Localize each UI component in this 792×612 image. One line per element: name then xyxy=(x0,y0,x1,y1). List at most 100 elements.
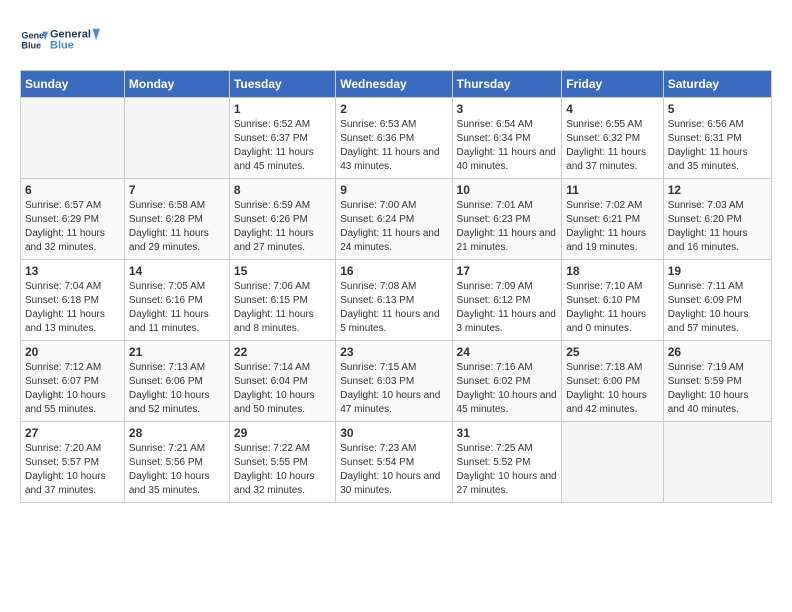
calendar-cell: 2 Sunrise: 6:53 AM Sunset: 6:36 PM Daylig… xyxy=(336,98,452,179)
day-number: 5 xyxy=(668,102,767,116)
calendar-cell: 21 Sunrise: 7:13 AM Sunset: 6:06 PM Dayli… xyxy=(124,341,229,422)
calendar-cell: 13 Sunrise: 7:04 AM Sunset: 6:18 PM Dayli… xyxy=(21,260,125,341)
calendar-week-row: 20Sunrise: 7:12 AM Sunset: 6:07 PM Dayli… xyxy=(21,341,772,422)
calendar-cell: 3 Sunrise: 6:54 AM Sunset: 6:34 PM Daylig… xyxy=(452,98,562,179)
calendar-cell: 6 Sunrise: 6:57 AM Sunset: 6:29 PM Daylig… xyxy=(21,179,125,260)
day-number: 28 xyxy=(129,426,225,440)
calendar-cell: 9Sunrise: 7:00 AM Sunset: 6:24 PM Daylig… xyxy=(336,179,452,260)
calendar-cell: 24Sunrise: 7:16 AM Sunset: 6:02 PM Dayli… xyxy=(452,341,562,422)
day-info: Sunrise: 7:25 AM Sunset: 5:52 PM Dayligh… xyxy=(457,442,558,498)
svg-text:Blue: Blue xyxy=(50,39,74,51)
day-info: Sunrise: 7:05 AM Sunset: 6:16 PM Dayligh… xyxy=(129,280,225,336)
calendar-cell: 14 Sunrise: 7:05 AM Sunset: 6:16 PM Dayli… xyxy=(124,260,229,341)
calendar-week-row: 27Sunrise: 7:20 AM Sunset: 5:57 PM Dayli… xyxy=(21,422,772,503)
day-number: 31 xyxy=(457,426,558,440)
calendar-cell: 25 Sunrise: 7:18 AM Sunset: 6:00 PM Dayli… xyxy=(562,341,664,422)
day-info: Sunrise: 7:12 AM Sunset: 6:07 PM Dayligh… xyxy=(25,361,120,417)
day-info: Sunrise: 6:57 AM Sunset: 6:29 PM Dayligh… xyxy=(25,199,120,255)
day-info: Sunrise: 7:16 AM Sunset: 6:02 PM Dayligh… xyxy=(457,361,558,417)
calendar-cell: 29 Sunrise: 7:22 AM Sunset: 5:55 PM Dayli… xyxy=(229,422,335,503)
day-info: Sunrise: 7:11 AM Sunset: 6:09 PM Dayligh… xyxy=(668,280,767,336)
day-number: 25 xyxy=(566,345,659,359)
calendar-table: SundayMondayTuesdayWednesdayThursdayFrid… xyxy=(20,70,772,503)
day-number: 22 xyxy=(234,345,331,359)
day-number: 23 xyxy=(340,345,447,359)
day-number: 11 xyxy=(566,183,659,197)
day-of-week-header: Sunday xyxy=(21,71,125,98)
day-info: Sunrise: 7:19 AM Sunset: 5:59 PM Dayligh… xyxy=(668,361,767,417)
calendar-cell: 28 Sunrise: 7:21 AM Sunset: 5:56 PM Dayli… xyxy=(124,422,229,503)
day-number: 30 xyxy=(340,426,447,440)
day-info: Sunrise: 7:03 AM Sunset: 6:20 PM Dayligh… xyxy=(668,199,767,255)
day-number: 7 xyxy=(129,183,225,197)
day-info: Sunrise: 6:58 AM Sunset: 6:28 PM Dayligh… xyxy=(129,199,225,255)
day-info: Sunrise: 6:53 AM Sunset: 6:36 PM Dayligh… xyxy=(340,118,447,174)
day-info: Sunrise: 7:09 AM Sunset: 6:12 PM Dayligh… xyxy=(457,280,558,336)
day-info: Sunrise: 7:01 AM Sunset: 6:23 PM Dayligh… xyxy=(457,199,558,255)
calendar-cell: 15Sunrise: 7:06 AM Sunset: 6:15 PM Dayli… xyxy=(229,260,335,341)
day-number: 15 xyxy=(234,264,331,278)
logo: General Blue General Blue xyxy=(20,20,100,60)
day-info: Sunrise: 7:13 AM Sunset: 6:06 PM Dayligh… xyxy=(129,361,225,417)
calendar-cell: 23 Sunrise: 7:15 AM Sunset: 6:03 PM Dayli… xyxy=(336,341,452,422)
day-number: 13 xyxy=(25,264,120,278)
day-number: 2 xyxy=(340,102,447,116)
day-number: 6 xyxy=(25,183,120,197)
day-info: Sunrise: 7:00 AM Sunset: 6:24 PM Dayligh… xyxy=(340,199,447,255)
general-blue-logo-svg: General Blue xyxy=(50,20,100,60)
day-info: Sunrise: 7:10 AM Sunset: 6:10 PM Dayligh… xyxy=(566,280,659,336)
day-info: Sunrise: 7:08 AM Sunset: 6:13 PM Dayligh… xyxy=(340,280,447,336)
calendar-cell xyxy=(562,422,664,503)
calendar-cell: 31 Sunrise: 7:25 AM Sunset: 5:52 PM Dayli… xyxy=(452,422,562,503)
calendar-cell: 20Sunrise: 7:12 AM Sunset: 6:07 PM Dayli… xyxy=(21,341,125,422)
day-number: 29 xyxy=(234,426,331,440)
calendar-cell: 11 Sunrise: 7:02 AM Sunset: 6:21 PM Dayli… xyxy=(562,179,664,260)
day-info: Sunrise: 7:21 AM Sunset: 5:56 PM Dayligh… xyxy=(129,442,225,498)
calendar-cell: 16 Sunrise: 7:08 AM Sunset: 6:13 PM Dayli… xyxy=(336,260,452,341)
day-number: 18 xyxy=(566,264,659,278)
day-of-week-header: Thursday xyxy=(452,71,562,98)
day-of-week-header: Saturday xyxy=(663,71,771,98)
day-number: 1 xyxy=(234,102,331,116)
day-number: 17 xyxy=(457,264,558,278)
day-number: 14 xyxy=(129,264,225,278)
day-info: Sunrise: 6:54 AM Sunset: 6:34 PM Dayligh… xyxy=(457,118,558,174)
day-number: 10 xyxy=(457,183,558,197)
day-info: Sunrise: 7:02 AM Sunset: 6:21 PM Dayligh… xyxy=(566,199,659,255)
day-number: 3 xyxy=(457,102,558,116)
logo-icon: General Blue xyxy=(20,26,48,54)
calendar-cell: 22 Sunrise: 7:14 AM Sunset: 6:04 PM Dayli… xyxy=(229,341,335,422)
day-info: Sunrise: 7:22 AM Sunset: 5:55 PM Dayligh… xyxy=(234,442,331,498)
calendar-cell: 8 Sunrise: 6:59 AM Sunset: 6:26 PM Daylig… xyxy=(229,179,335,260)
day-of-week-header: Wednesday xyxy=(336,71,452,98)
day-number: 16 xyxy=(340,264,447,278)
day-info: Sunrise: 7:18 AM Sunset: 6:00 PM Dayligh… xyxy=(566,361,659,417)
calendar-cell: 17 Sunrise: 7:09 AM Sunset: 6:12 PM Dayli… xyxy=(452,260,562,341)
calendar-week-row: 1 Sunrise: 6:52 AM Sunset: 6:37 PM Daylig… xyxy=(21,98,772,179)
day-number: 8 xyxy=(234,183,331,197)
day-of-week-header: Tuesday xyxy=(229,71,335,98)
day-info: Sunrise: 7:15 AM Sunset: 6:03 PM Dayligh… xyxy=(340,361,447,417)
calendar-cell: 26Sunrise: 7:19 AM Sunset: 5:59 PM Dayli… xyxy=(663,341,771,422)
day-info: Sunrise: 6:59 AM Sunset: 6:26 PM Dayligh… xyxy=(234,199,331,255)
day-info: Sunrise: 7:14 AM Sunset: 6:04 PM Dayligh… xyxy=(234,361,331,417)
calendar-cell: 1 Sunrise: 6:52 AM Sunset: 6:37 PM Daylig… xyxy=(229,98,335,179)
calendar-cell xyxy=(663,422,771,503)
day-of-week-header: Friday xyxy=(562,71,664,98)
calendar-cell: 10 Sunrise: 7:01 AM Sunset: 6:23 PM Dayli… xyxy=(452,179,562,260)
day-info: Sunrise: 6:52 AM Sunset: 6:37 PM Dayligh… xyxy=(234,118,331,174)
day-number: 21 xyxy=(129,345,225,359)
day-info: Sunrise: 6:56 AM Sunset: 6:31 PM Dayligh… xyxy=(668,118,767,174)
calendar-cell: 5 Sunrise: 6:56 AM Sunset: 6:31 PM Daylig… xyxy=(663,98,771,179)
calendar-week-row: 6 Sunrise: 6:57 AM Sunset: 6:29 PM Daylig… xyxy=(21,179,772,260)
day-info: Sunrise: 7:20 AM Sunset: 5:57 PM Dayligh… xyxy=(25,442,120,498)
calendar-week-row: 13 Sunrise: 7:04 AM Sunset: 6:18 PM Dayli… xyxy=(21,260,772,341)
calendar-cell: 4Sunrise: 6:55 AM Sunset: 6:32 PM Daylig… xyxy=(562,98,664,179)
day-info: Sunrise: 7:23 AM Sunset: 5:54 PM Dayligh… xyxy=(340,442,447,498)
calendar-cell: 27Sunrise: 7:20 AM Sunset: 5:57 PM Dayli… xyxy=(21,422,125,503)
day-number: 12 xyxy=(668,183,767,197)
day-info: Sunrise: 7:04 AM Sunset: 6:18 PM Dayligh… xyxy=(25,280,120,336)
calendar-cell: 30 Sunrise: 7:23 AM Sunset: 5:54 PM Dayli… xyxy=(336,422,452,503)
calendar-cell xyxy=(21,98,125,179)
calendar-cell: 19Sunrise: 7:11 AM Sunset: 6:09 PM Dayli… xyxy=(663,260,771,341)
